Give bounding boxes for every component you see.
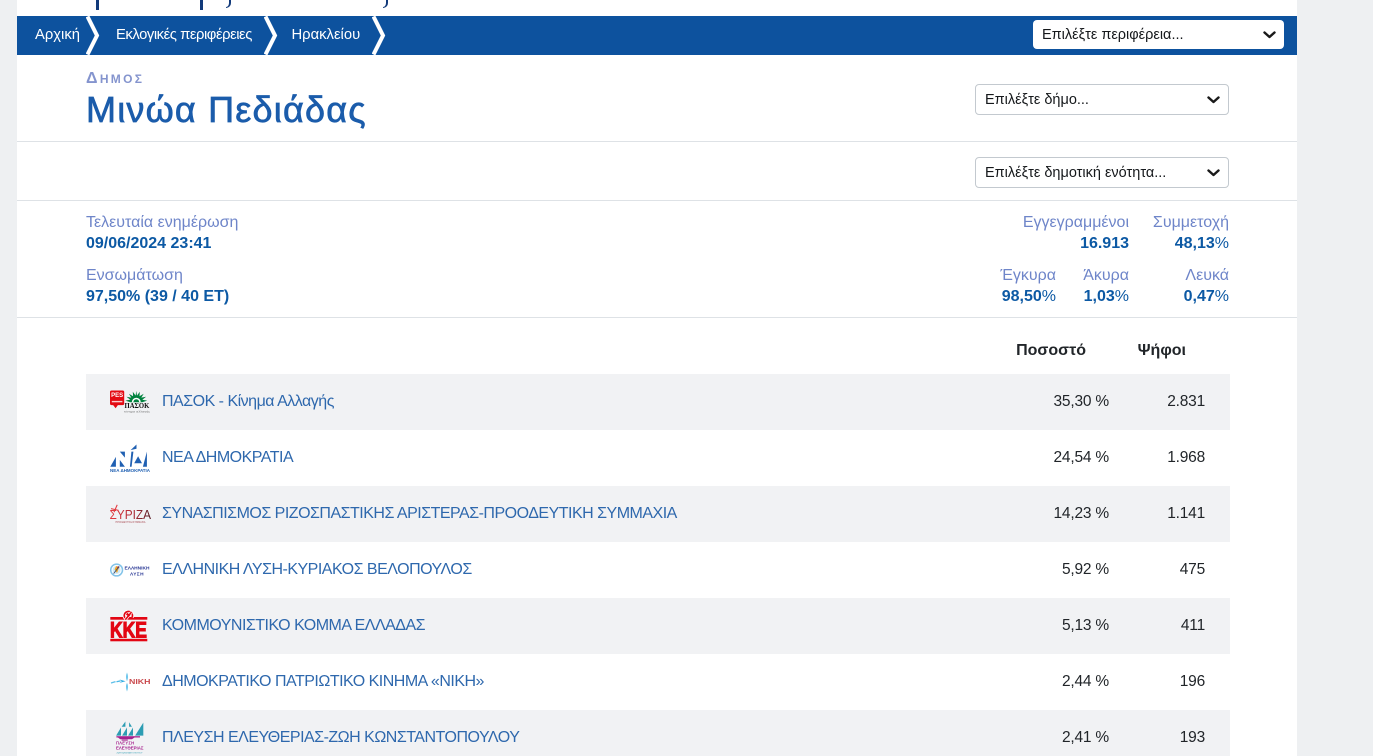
- svg-text:ΛΥΣΗ: ΛΥΣΗ: [130, 571, 144, 577]
- svg-text:ΠΡΟΟΔΕΥΤΙΚΗ ΣΥΜΜΑΧΙΑ: ΠΡΟΟΔΕΥΤΙΚΗ ΣΥΜΜΑΧΙΑ: [116, 520, 146, 524]
- svg-text:ΕΛΛΗΝΙΚΗ: ΕΛΛΗΝΙΚΗ: [125, 566, 151, 572]
- svg-text:ΚΚΕ: ΚΚΕ: [110, 617, 147, 642]
- svg-text:ΝΙΚΗ: ΝΙΚΗ: [129, 677, 151, 686]
- svg-text:κίνημα αλλαγής: κίνημα αλλαγής: [124, 410, 150, 414]
- svg-text:ΖΩΗ ΚΩΝΣΤΑΝΤΟΠΟΥΛΟΥ: ΖΩΗ ΚΩΝΣΤΑΝΤΟΠΟΥΛΟΥ: [117, 752, 144, 755]
- svg-text:PES: PES: [111, 393, 123, 399]
- svg-text:ΝΕΑ ΔΗΜΟΚΡΑΤΙΑ: ΝΕΑ ΔΗΜΟΚΡΑΤΙΑ: [110, 468, 150, 472]
- svg-text:ΕΛΕΥΘΕΡΙΑΣ: ΕΛΕΥΘΕΡΙΑΣ: [116, 746, 144, 751]
